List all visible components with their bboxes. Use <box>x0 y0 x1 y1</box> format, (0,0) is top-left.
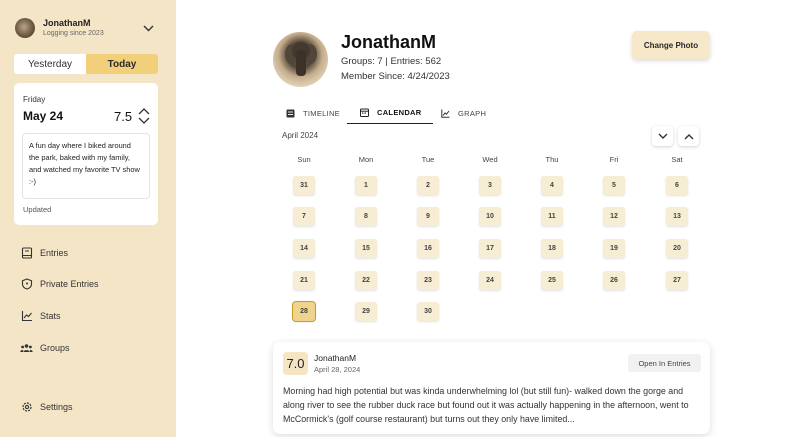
weekday-header: Fri <box>609 155 619 164</box>
calendar-day[interactable]: 6 <box>666 176 688 195</box>
list-icon <box>285 108 295 118</box>
calendar-day[interactable]: 29 <box>355 302 377 321</box>
calendar-day[interactable]: 22 <box>355 271 377 290</box>
weekday-header: Sat <box>671 155 683 164</box>
tab-label: CALENDAR <box>377 108 422 117</box>
calendar-day[interactable]: 30 <box>417 302 439 321</box>
calendar-day[interactable]: 1 <box>355 176 377 195</box>
change-photo-button[interactable]: Change Photo <box>632 31 710 59</box>
score-stepper[interactable] <box>137 107 151 125</box>
user-name: JonathanM <box>43 18 91 28</box>
calendar-day[interactable]: 5 <box>603 176 625 195</box>
calendar-day[interactable]: 26 <box>603 271 625 290</box>
calendar-day[interactable]: 7 <box>293 207 315 226</box>
profile-member-since: Member Since: 4/24/2023 <box>341 71 450 82</box>
calendar-day[interactable]: 25 <box>541 271 563 290</box>
sidebar-item-label: Stats <box>40 311 61 321</box>
day-status: Updated <box>23 205 52 214</box>
chevron-down-icon[interactable] <box>141 21 155 35</box>
user-switcher[interactable]: JonathanM Logging since 2023 <box>15 16 155 40</box>
sidebar-item-label: Groups <box>40 343 70 353</box>
calendar-day[interactable]: 21 <box>293 271 315 290</box>
day-date: May 24 <box>23 109 64 123</box>
next-month-button[interactable] <box>652 126 673 146</box>
entry-text: Morning had high potential but was kinda… <box>283 386 689 424</box>
user-subtitle: Logging since 2023 <box>43 30 104 37</box>
sidebar-item-entries[interactable]: Entries <box>20 244 160 262</box>
shield-icon <box>20 278 33 291</box>
sidebar-item-private-entries[interactable]: Private Entries <box>20 275 160 293</box>
calendar-day[interactable]: 8 <box>355 207 377 226</box>
tab-label: GRAPH <box>458 108 487 118</box>
tab-label: TIMELINE <box>303 108 340 118</box>
avatar <box>15 18 35 38</box>
profile-avatar <box>273 32 328 87</box>
calendar-day[interactable]: 20 <box>666 239 688 258</box>
chevron-down-icon <box>658 133 667 139</box>
chevron-down-icon <box>138 117 150 124</box>
calendar-day[interactable]: 16 <box>417 239 439 258</box>
calendar-month: April 2024 <box>282 131 319 140</box>
tab-graph[interactable]: GRAPH <box>440 102 486 124</box>
calendar-day[interactable]: 15 <box>355 239 377 258</box>
day-score: 7.5 <box>114 109 133 124</box>
weekday-header: Sun <box>297 155 311 164</box>
calendar-day[interactable]: 9 <box>417 207 439 226</box>
entry-date: April 28, 2024 <box>314 365 361 374</box>
sidebar-item-label: Settings <box>40 402 73 412</box>
calendar-day[interactable]: 11 <box>541 207 563 226</box>
sidebar-item-settings[interactable]: Settings <box>20 398 160 416</box>
calendar-day[interactable]: 3 <box>479 176 501 195</box>
tab-calendar[interactable]: CALENDAR <box>347 102 434 124</box>
calendar-day[interactable]: 31 <box>293 176 315 195</box>
calendar-day[interactable]: 12 <box>603 207 625 226</box>
profile-name: JonathanM <box>341 32 437 52</box>
chart-line-icon <box>20 310 33 323</box>
chevron-up-icon <box>684 133 693 139</box>
calendar-icon <box>359 108 369 118</box>
calendar-day[interactable]: 19 <box>603 239 625 258</box>
day-note-input[interactable]: A fun day where I biked around the park,… <box>22 133 150 199</box>
view-tabs: TIMELINE CALENDAR GRAPH <box>274 102 710 124</box>
sidebar-item-groups[interactable]: Groups <box>20 339 160 357</box>
prev-month-button[interactable] <box>678 126 699 146</box>
calendar-day[interactable]: 23 <box>417 271 439 290</box>
people-icon <box>20 342 33 355</box>
day-toggle: Yesterday Today <box>14 54 158 74</box>
open-in-entries-button[interactable]: Open In Entries <box>628 354 701 372</box>
calendar-day[interactable]: 27 <box>666 271 688 290</box>
tab-timeline[interactable]: TIMELINE <box>285 102 340 124</box>
day-weekday: Friday <box>23 95 46 104</box>
sidebar-item-label: Entries <box>40 248 69 258</box>
weekday-header: Thu <box>545 155 559 164</box>
sidebar: JonathanM Logging since 2023 Yesterday T… <box>0 0 176 437</box>
entry-card: 7.0 JonathanM April 28, 2024 Open In Ent… <box>273 342 710 434</box>
calendar-day[interactable]: 10 <box>479 207 501 226</box>
calendar-day[interactable]: 2 <box>417 176 439 195</box>
toggle-yesterday[interactable]: Yesterday <box>14 54 86 74</box>
gear-icon <box>20 401 33 414</box>
chevron-up-icon <box>138 108 150 115</box>
calendar-day[interactable]: 14 <box>293 239 315 258</box>
entry-author: JonathanM <box>314 353 357 363</box>
calendar-day[interactable]: 18 <box>541 239 563 258</box>
entry-score: 7.0 <box>283 352 308 375</box>
calendar-day[interactable]: 13 <box>666 207 688 226</box>
graph-icon <box>440 108 450 118</box>
toggle-today[interactable]: Today <box>86 54 158 74</box>
calendar-day[interactable]: 24 <box>479 271 501 290</box>
weekday-header: Tue <box>421 155 435 164</box>
day-card: Friday May 24 7.5 A fun day where I bike… <box>14 83 158 225</box>
sidebar-item-stats[interactable]: Stats <box>20 307 160 325</box>
calendar-day[interactable]: 17 <box>479 239 501 258</box>
sidebar-item-label: Private Entries <box>40 279 99 289</box>
weekday-header: Mon <box>358 155 374 164</box>
weekday-header: Wed <box>482 155 498 164</box>
calendar-day[interactable]: 28 <box>292 301 316 322</box>
profile-stats: Groups: 7 | Entries: 562 <box>341 56 442 67</box>
calendar-day[interactable]: 4 <box>541 176 563 195</box>
user-text: JonathanM Logging since 2023 <box>43 18 141 38</box>
book-icon <box>20 247 33 260</box>
